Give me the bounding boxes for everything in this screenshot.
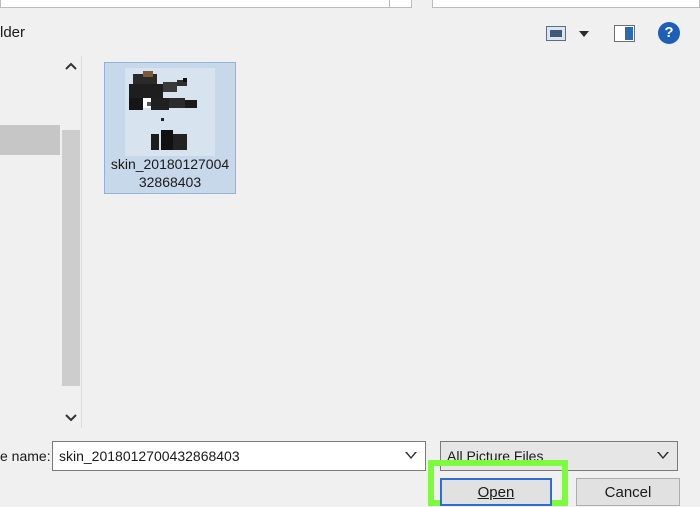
file-name-label: skin_20180127004 32868403 — [107, 155, 233, 191]
view-options-icon — [546, 26, 566, 41]
scroll-up-icon[interactable] — [60, 56, 82, 76]
scroll-thumb[interactable] — [62, 130, 80, 386]
change-view-button[interactable] — [546, 24, 594, 44]
chevron-down-icon[interactable] — [405, 452, 417, 459]
image-thumbnail-icon — [125, 68, 215, 156]
chevron-down-icon — [65, 414, 77, 422]
help-icon[interactable]: ? — [658, 22, 680, 44]
navigation-pane — [0, 56, 60, 426]
address-bar[interactable] — [0, 0, 412, 8]
toolbar — [0, 12, 700, 56]
chevron-down-icon — [657, 452, 669, 459]
chevron-up-icon — [65, 62, 77, 70]
file-name-input[interactable]: skin_2018012700432868403 — [52, 441, 426, 471]
address-dropdown-button[interactable] — [389, 0, 411, 8]
search-box[interactable] — [432, 0, 700, 8]
open-button[interactable]: Open — [440, 478, 552, 506]
nav-selected-item[interactable] — [0, 125, 60, 155]
file-item[interactable]: skin_20180127004 32868403 — [104, 62, 236, 194]
file-name-label-text: e name: — [0, 448, 51, 464]
preview-pane-icon[interactable] — [614, 25, 635, 42]
file-name-value: skin_2018012700432868403 — [59, 448, 240, 464]
scroll-down-icon[interactable] — [60, 408, 82, 428]
chevron-down-icon — [579, 31, 589, 37]
file-name-line-1: skin_20180127004 — [110, 156, 230, 172]
new-folder-button[interactable]: lder — [0, 24, 25, 41]
cancel-button[interactable]: Cancel — [576, 478, 680, 506]
skin-thumbnail-image — [125, 68, 215, 156]
file-name-line-2: 32868403 — [138, 174, 202, 190]
